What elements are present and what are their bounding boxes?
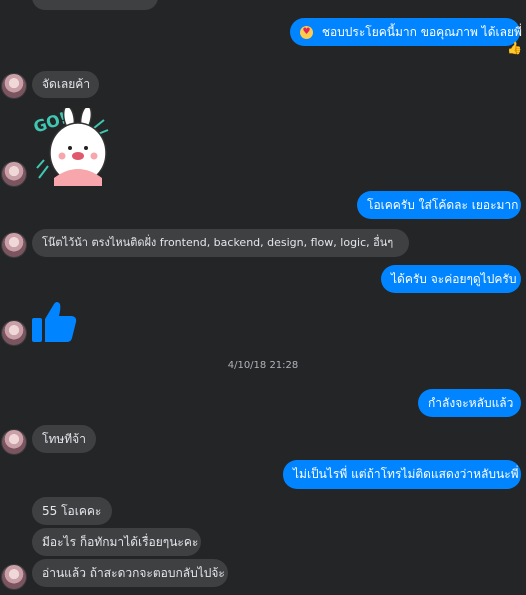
contact-avatar[interactable] — [2, 321, 26, 345]
message-text: มีอะไร ก็อทักมาได้เรื่อยๆนะคะ — [42, 535, 199, 549]
message-bubble-incoming[interactable]: มีอะไร ก็อทักมาได้เรื่อยๆนะคะ — [32, 528, 201, 556]
message-text: โทษทีจ้า — [42, 432, 86, 446]
message-text: โน๊ตไว้น้า ตรงไหนติดฝั่ง frontend, backe… — [42, 236, 394, 249]
conversation-timestamp: 4/10/18 21:28 — [227, 360, 299, 371]
heart-eyes-emoji-icon: ♥ — [300, 26, 313, 39]
bunny-sticker[interactable]: GO! — [31, 105, 114, 186]
message-bubble-outgoing[interactable]: ได้ครับ จะค่อยๆดูไปครับ — [381, 265, 521, 293]
message-text: จัดเลยค้า — [42, 77, 91, 91]
thumbs-up-icon[interactable] — [30, 298, 78, 346]
message-bubble-outgoing[interactable]: ไม่เป็นไรพี่ แต่ถ้าโทรไม่ติดแสดงว่าหลับน… — [283, 460, 521, 489]
message-bubble-outgoing[interactable]: ♥ ชอบประโยคนี้มาก ขอคุณภาพ ได้เลยพี่ — [290, 18, 522, 46]
message-text: อ่านแล้ว ถ้าสะดวกจะตอบกลับไปจ้ะ — [42, 566, 225, 580]
message-text: ชอบประโยคนี้มาก ขอคุณภาพ ได้เลยพี่ — [321, 25, 522, 39]
message-bubble-incoming[interactable]: จัดเลยค้า — [32, 71, 99, 98]
contact-avatar[interactable] — [2, 74, 26, 98]
message-bubble-incoming[interactable]: โทษทีจ้า — [32, 425, 96, 453]
contact-avatar[interactable] — [2, 233, 26, 257]
message-text: โอเคครับ ใส่โค้ดละ เยอะมาก — [367, 198, 519, 212]
message-bubble-incoming[interactable]: 55 โอเคคะ — [32, 497, 112, 525]
contact-avatar[interactable] — [2, 565, 26, 589]
message-bubble-partial[interactable] — [32, 0, 158, 10]
thumbs-up-reaction-icon: 👍 — [507, 41, 522, 55]
contact-avatar[interactable] — [2, 430, 26, 454]
message-text: 55 โอเคคะ — [42, 504, 102, 518]
bunny-sticker-icon: GO! — [31, 105, 109, 186]
message-text: กำลังจะหลับแล้ว — [428, 396, 514, 410]
message-bubble-incoming[interactable]: อ่านแล้ว ถ้าสะดวกจะตอบกลับไปจ้ะ — [32, 559, 228, 587]
contact-avatar[interactable] — [2, 162, 26, 186]
message-bubble-incoming[interactable]: โน๊ตไว้น้า ตรงไหนติดฝั่ง frontend, backe… — [32, 229, 409, 257]
message-text: ไม่เป็นไรพี่ แต่ถ้าโทรไม่ติดแสดงว่าหลับน… — [293, 467, 519, 481]
message-bubble-outgoing[interactable]: โอเคครับ ใส่โค้ดละ เยอะมาก — [357, 191, 521, 219]
message-bubble-outgoing[interactable]: กำลังจะหลับแล้ว — [418, 389, 521, 417]
message-text: ได้ครับ จะค่อยๆดูไปครับ — [391, 272, 517, 286]
